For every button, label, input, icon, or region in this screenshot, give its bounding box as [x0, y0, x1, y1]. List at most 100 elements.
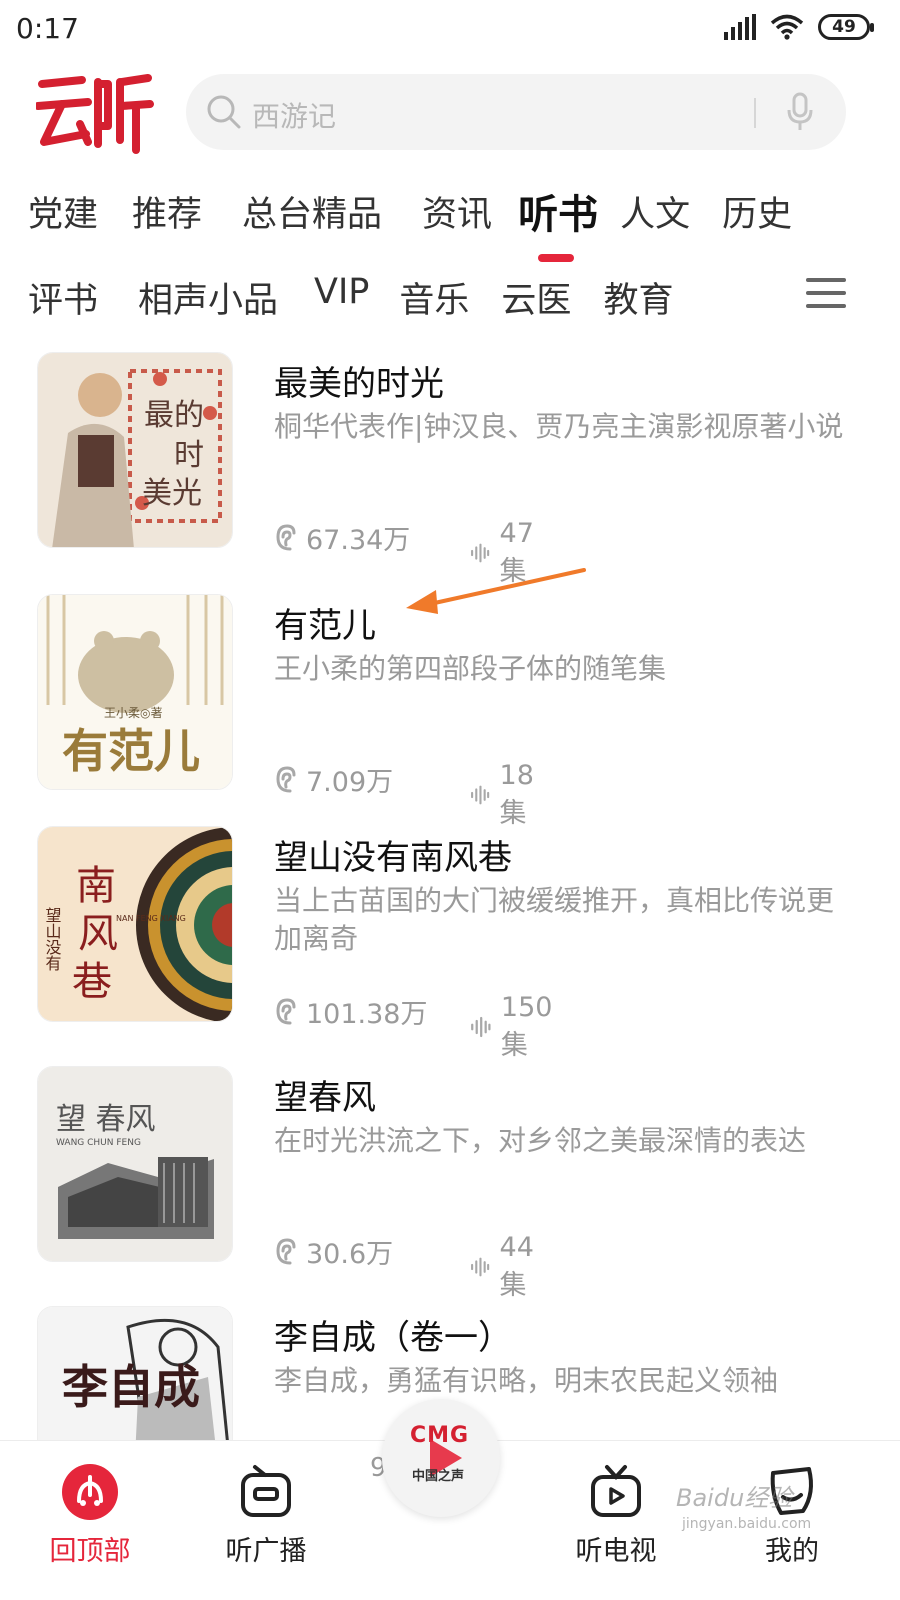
- nav-back-to-top[interactable]: 回顶部: [20, 1463, 160, 1568]
- headphone-icon: [276, 1237, 296, 1264]
- menu-icon[interactable]: [806, 278, 846, 312]
- headphone-icon: [276, 765, 296, 792]
- list-item[interactable]: 南 风 巷 望山没有 NAN FENG XIANG 望山没有南风巷 当上古苗国的…: [0, 826, 900, 1061]
- list-item[interactable]: 王小柔◎著 有范儿 有范儿 王小柔的第四部段子体的随笔集 7.09万 18集: [0, 594, 900, 829]
- tab-education[interactable]: 教育: [603, 272, 673, 323]
- cover-title: 望 春风: [56, 1102, 156, 1137]
- headphone-icon: [276, 523, 296, 550]
- wifi-icon: [770, 14, 804, 40]
- audio-wave-icon: [471, 1016, 491, 1038]
- episode-count-value: 150集: [500, 992, 553, 1061]
- list-item[interactable]: 望 春风 WANG CHUN FENG 望春风 在时光洪流之下，对乡邻之美最深情…: [0, 1066, 900, 1301]
- book-title: 李自成（卷一）: [274, 1318, 512, 1358]
- book-cover: 王小柔◎著 有范儿: [37, 594, 233, 790]
- book-description: 李自成，勇猛有识略，明末农民起义领袖: [274, 1364, 779, 1397]
- play-count: 7.09万: [274, 760, 393, 799]
- book-description: 桐华代表作|钟汉良、贾乃亮主演影视原著小说: [274, 410, 844, 443]
- cover-title-2: 时: [174, 438, 204, 473]
- tab-vip[interactable]: VIP: [314, 272, 369, 323]
- search-input[interactable]: 西游记: [186, 74, 846, 150]
- book-meta: 67.34万 47集: [274, 518, 534, 587]
- book-title: 有范儿: [274, 606, 376, 646]
- episode-count-value: 18集: [499, 760, 534, 829]
- audio-wave-icon: [471, 543, 490, 563]
- cover-title: 李自成: [62, 1360, 200, 1414]
- nav-tv[interactable]: 听电视: [546, 1463, 686, 1568]
- nav-tv-label: 听电视: [575, 1536, 657, 1567]
- search-placeholder: 西游记: [252, 100, 337, 133]
- nav-radio[interactable]: 听广播: [196, 1463, 336, 1568]
- search-divider: [754, 98, 756, 128]
- tab-health[interactable]: 云医: [501, 272, 571, 323]
- book-meta: 30.6万 44集: [274, 1232, 534, 1301]
- microphone-icon[interactable]: [786, 92, 814, 132]
- play-count: 101.38万: [274, 992, 427, 1031]
- app-logo[interactable]: [36, 70, 154, 154]
- cover-title: 南: [76, 863, 116, 909]
- play-count-value: 67.34万: [306, 525, 411, 556]
- play-count-value: 101.38万: [306, 999, 428, 1030]
- play-count: 30.6万: [274, 1232, 393, 1271]
- play-count: 67.34万: [274, 518, 410, 557]
- nav-mine-label: 我的: [765, 1536, 819, 1567]
- center-channel-label: 中国之声: [412, 1469, 465, 1484]
- tv-icon: [591, 1465, 641, 1517]
- list-item[interactable]: 最的 时 美光 最美的时光 桐华代表作|钟汉良、贾乃亮主演影视原著小说 67.3…: [0, 352, 900, 587]
- cover-pinyin: NAN FENG XIANG: [116, 914, 186, 923]
- audio-wave-icon: [471, 1257, 490, 1277]
- headphone-icon: [276, 997, 296, 1024]
- cover-title: 有范儿: [62, 724, 200, 778]
- tab-dangjian[interactable]: 党建: [28, 186, 98, 244]
- watermark-sub: jingyan.baidu.com: [682, 1516, 812, 1532]
- annotation-arrow-icon: [406, 568, 586, 614]
- status-time: 0:17: [16, 12, 79, 45]
- tab-history[interactable]: 历史: [722, 186, 792, 244]
- book-description: 王小柔的第四部段子体的随笔集: [274, 652, 667, 685]
- episode-count-value: 44集: [499, 1232, 534, 1301]
- cover-title-1: 最的: [144, 398, 204, 433]
- book-cover: 望 春风 WANG CHUN FENG: [37, 1066, 233, 1262]
- episode-count: 44集: [470, 1232, 542, 1302]
- radio-icon: [241, 1465, 291, 1517]
- search-icon: [207, 95, 241, 129]
- book-description: 当上古苗国的大门被缓缓推开，真相比传说更加离奇: [274, 884, 835, 955]
- play-count-value: 7.09万: [306, 767, 394, 798]
- cover-pinyin: WANG CHUN FENG: [56, 1138, 141, 1148]
- book-title: 最美的时光: [274, 364, 444, 404]
- nav-radio-label: 听广播: [225, 1536, 307, 1567]
- tab-featured[interactable]: 总台精品: [242, 186, 382, 244]
- cover-subtitle: 望山没有: [43, 907, 62, 972]
- book-description: 在时光洪流之下，对乡邻之美最深情的表达: [274, 1124, 807, 1157]
- category-tabs-secondary: 评书 相声小品 VIP 音乐 云医 教育: [28, 272, 673, 323]
- svg-text:巷: 巷: [72, 959, 112, 1005]
- tab-news[interactable]: 资讯: [422, 186, 492, 244]
- tab-crosstalk[interactable]: 相声小品: [138, 272, 278, 323]
- category-tabs-primary: 党建 推荐 总台精品 资讯 听书 人文 历史: [28, 186, 792, 262]
- book-meta: 101.38万 150集: [274, 992, 552, 1061]
- book-meta: 7.09万 18集: [274, 760, 534, 829]
- book-title: 望春风: [274, 1078, 376, 1118]
- tab-music[interactable]: 音乐: [399, 272, 469, 323]
- status-bar: 0:17 49: [0, 0, 900, 60]
- watermark: Baidu经验: [676, 1484, 793, 1512]
- tab-pingshu[interactable]: 评书: [28, 272, 98, 323]
- book-cover: 南 风 巷 望山没有 NAN FENG XIANG: [37, 826, 233, 1022]
- tab-audiobooks[interactable]: 听书: [518, 182, 599, 262]
- book-title: 望山没有南风巷: [274, 838, 512, 878]
- back-to-top-icon: [62, 1464, 118, 1520]
- nav-back-to-top-label: 回顶部: [49, 1536, 131, 1567]
- episode-count: 150集: [470, 992, 560, 1062]
- audio-wave-icon: [471, 785, 490, 805]
- signal-icon: [724, 14, 756, 40]
- tab-audiobooks-label: 听书: [518, 192, 599, 238]
- play-count-value: 30.6万: [306, 1239, 394, 1270]
- center-play-button[interactable]: CMG 中国之声: [382, 1399, 500, 1517]
- episode-count: 18集: [470, 760, 542, 830]
- tab-humanities[interactable]: 人文: [620, 186, 690, 244]
- battery-indicator: 49: [818, 14, 874, 40]
- cover-title-3: 美光: [142, 476, 202, 511]
- tab-recommend[interactable]: 推荐: [132, 186, 202, 244]
- status-icons: 49: [724, 14, 874, 40]
- cover-author: 王小柔◎著: [104, 706, 162, 720]
- active-tab-indicator: [538, 254, 575, 262]
